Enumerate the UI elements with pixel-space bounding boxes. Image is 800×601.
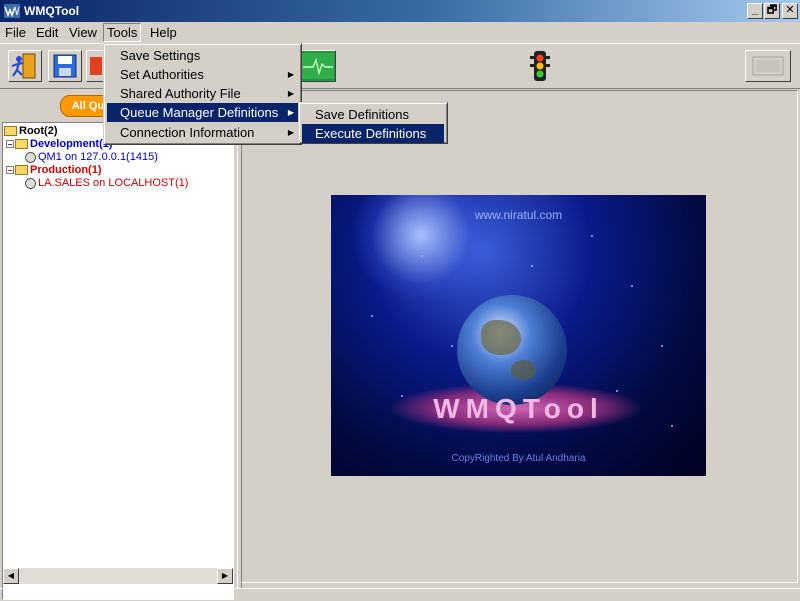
horizontal-scrollbar[interactable]: ◀ ▶ [3, 568, 233, 584]
menu-view[interactable]: View [66, 24, 100, 41]
scroll-left-button[interactable]: ◀ [3, 568, 19, 584]
window-title: WMQTool [24, 4, 80, 18]
menu-item-shared-authority-file[interactable]: Shared Authority File ▶ [107, 84, 298, 103]
tree-group-production[interactable]: − Production(1) [6, 164, 102, 176]
globe-landmass [511, 360, 536, 380]
menu-item-queue-manager-definitions[interactable]: Queue Manager Definitions ▶ [107, 103, 298, 122]
title-bar: WMQTool _ 🗗 ✕ [0, 0, 800, 22]
queue-manager-definitions-submenu: Save Definitions Execute Definitions [298, 102, 448, 144]
menu-item-execute-definitions[interactable]: Execute Definitions [302, 124, 444, 143]
submenu-arrow-icon: ▶ [287, 89, 294, 98]
tree-root-label: Root(2) [19, 125, 58, 137]
tree-root[interactable]: Root(2) [4, 125, 58, 137]
close-button[interactable]: ✕ [782, 3, 798, 19]
tools-menu: Save Settings Set Authorities ▶ Shared A… [103, 43, 302, 145]
tree-item-qm1[interactable]: QM1 on 127.0.0.1(1415) [25, 151, 158, 163]
folder-icon [15, 165, 28, 176]
menu-item-connection-information[interactable]: Connection Information ▶ [107, 123, 298, 142]
splash-copyright: CopyRighted By Atul Andharia [451, 453, 586, 464]
menu-edit[interactable]: Edit [33, 24, 61, 41]
submenu-arrow-icon: ▶ [287, 108, 294, 117]
menu-tools[interactable]: Tools [103, 23, 142, 42]
toolbar-button-3[interactable] [86, 50, 104, 82]
splash-image: www.niratul.com WMQTool CopyRighted By A… [331, 195, 706, 476]
app-icon [4, 4, 20, 18]
menu-item-label: Save Definitions [315, 107, 409, 122]
restore-button[interactable]: 🗗 [764, 3, 780, 19]
tree-view[interactable]: Root(2) − Development(1) QM1 on 127.0.0.1… [2, 122, 234, 600]
status-bar [0, 588, 800, 601]
menu-item-set-authorities[interactable]: Set Authorities ▶ [107, 65, 298, 84]
tree-item-label: LA.SALES on LOCALHOST(1) [38, 177, 189, 189]
save-button[interactable] [48, 50, 82, 82]
save-icon [53, 54, 77, 78]
collapse-icon[interactable]: − [6, 140, 14, 149]
disabled-button[interactable] [745, 50, 791, 82]
menu-item-label: Connection Information [120, 125, 255, 140]
menu-file[interactable]: File [2, 24, 29, 41]
disabled-panel-icon [752, 56, 784, 76]
menu-item-label: Set Authorities [120, 67, 204, 82]
folder-icon [4, 126, 17, 137]
menu-item-label: Execute Definitions [315, 126, 427, 141]
folder-icon [15, 139, 28, 150]
submenu-arrow-icon: ▶ [287, 70, 294, 79]
queue-manager-icon [25, 177, 36, 189]
exit-button[interactable] [8, 50, 42, 82]
menu-item-save-definitions[interactable]: Save Definitions [302, 105, 444, 124]
menu-item-label: Save Settings [120, 48, 201, 63]
minimize-button[interactable]: _ [747, 3, 763, 19]
tree-item-label: QM1 on 127.0.0.1(1415) [38, 151, 158, 163]
exit-icon [11, 53, 36, 79]
menu-item-save-settings[interactable]: Save Settings [107, 46, 298, 65]
queue-manager-icon [25, 151, 36, 163]
tree-group-label: Production(1) [30, 164, 102, 176]
tree-item-la-sales[interactable]: LA.SALES on LOCALHOST(1) [25, 177, 188, 189]
splash-logo-text: WMQTool [433, 393, 604, 424]
menu-bar: File Edit View Tools Help [0, 22, 800, 43]
document-icon [90, 57, 102, 75]
tree-group-development[interactable]: − Development(1) [6, 138, 113, 150]
splash-url: www.niratul.com [474, 208, 563, 222]
heartbeat-icon [302, 53, 334, 79]
tree-group-label: Development(1) [30, 138, 113, 150]
globe-landmass [481, 320, 521, 355]
traffic-light-icon [530, 51, 550, 81]
submenu-arrow-icon: ▶ [287, 128, 294, 137]
collapse-icon[interactable]: − [6, 166, 14, 175]
menu-help[interactable]: Help [147, 24, 180, 41]
menu-item-label: Queue Manager Definitions [120, 105, 279, 120]
scroll-right-button[interactable]: ▶ [217, 568, 233, 584]
menu-item-label: Shared Authority File [120, 86, 241, 101]
left-panel: All Que Root(2) − Development(1) QM1 on 1… [0, 90, 237, 600]
monitor-button[interactable] [300, 50, 336, 82]
